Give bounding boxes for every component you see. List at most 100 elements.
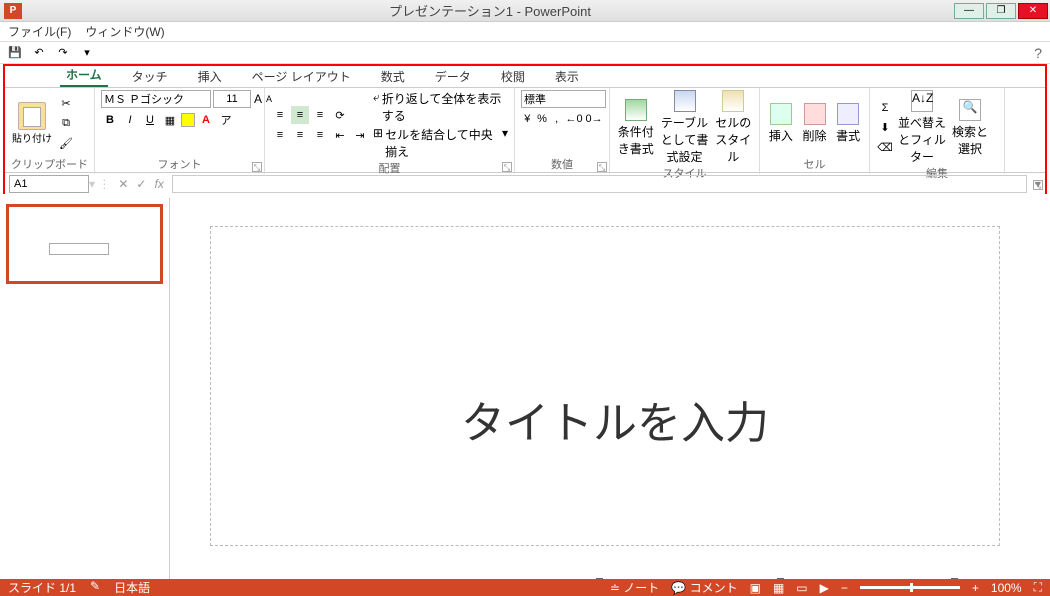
autosum-icon[interactable]: Σ bbox=[876, 99, 894, 117]
tab-view[interactable]: 表示 bbox=[549, 66, 585, 87]
spell-check-icon[interactable]: ✎ bbox=[90, 579, 100, 596]
app-icon: P bbox=[4, 3, 22, 19]
decimal-inc-icon[interactable]: ←0 bbox=[565, 110, 583, 128]
group-number-label: 数値 bbox=[521, 156, 603, 174]
fx-icon[interactable]: fx bbox=[154, 177, 163, 191]
format-icon bbox=[837, 103, 859, 125]
fill-icon[interactable]: ⬇ bbox=[876, 119, 894, 137]
status-language[interactable]: 日本語 bbox=[114, 579, 150, 596]
slide-title-placeholder[interactable]: タイトルを入力 bbox=[461, 387, 769, 451]
maximize-button[interactable]: ❐ bbox=[986, 3, 1016, 19]
tab-home[interactable]: ホーム bbox=[60, 64, 108, 87]
zoom-in-button[interactable]: + bbox=[972, 581, 979, 595]
group-align-label: 配置 bbox=[271, 160, 508, 178]
find-select-button[interactable]: 🔍検索と選択 bbox=[950, 99, 990, 157]
insert-icon bbox=[770, 103, 792, 125]
table-icon bbox=[674, 90, 696, 112]
font-name-select[interactable] bbox=[101, 90, 211, 108]
conditional-format-icon bbox=[625, 99, 647, 121]
view-sorter-icon[interactable]: ▦ bbox=[773, 581, 784, 595]
menu-window[interactable]: ウィンドウ(W) bbox=[85, 23, 164, 40]
tab-touch[interactable]: タッチ bbox=[126, 66, 174, 87]
find-icon: 🔍 bbox=[959, 99, 981, 121]
slide-thumbnail[interactable] bbox=[6, 204, 163, 284]
phonetic-icon[interactable]: ア bbox=[217, 111, 235, 129]
undo-icon[interactable]: ↶ bbox=[30, 44, 48, 62]
view-slideshow-icon[interactable]: ▶ bbox=[820, 581, 829, 595]
zoom-level[interactable]: 100% bbox=[991, 581, 1022, 595]
window-title: プレゼンテーション1 - PowerPoint bbox=[26, 1, 954, 20]
wrap-text-button[interactable]: ⤶折り返して全体を表示する bbox=[373, 90, 508, 124]
fill-color-icon[interactable] bbox=[181, 113, 195, 127]
bold-button[interactable]: B bbox=[101, 111, 119, 129]
ribbon-highlight: ホーム タッチ 挿入 ページ レイアウト 数式 データ 校閲 表示 貼り付け ✂… bbox=[3, 64, 1047, 194]
align-top-icon[interactable]: ≡ bbox=[271, 106, 289, 124]
grow-font-icon[interactable]: A bbox=[253, 90, 263, 108]
decimal-dec-icon[interactable]: 0→ bbox=[585, 110, 603, 128]
notes-button[interactable]: ≐ ノート bbox=[610, 579, 659, 596]
underline-button[interactable]: U bbox=[141, 111, 159, 129]
conditional-format-button[interactable]: 条件付き書式 bbox=[616, 99, 655, 157]
tab-data[interactable]: データ bbox=[429, 66, 477, 87]
sort-filter-button[interactable]: A↓Z並べ替えとフィルター bbox=[898, 90, 946, 165]
font-size-select[interactable] bbox=[213, 90, 251, 108]
align-left-icon[interactable]: ≡ bbox=[271, 126, 289, 144]
qat-dropdown-icon[interactable]: ▾ bbox=[78, 44, 96, 62]
currency-icon[interactable]: ¥ bbox=[521, 110, 534, 128]
border-icon[interactable]: ▦ bbox=[161, 111, 179, 129]
paste-icon bbox=[18, 102, 46, 130]
align-right-icon[interactable]: ≡ bbox=[311, 126, 329, 144]
wrap-icon: ⤶ bbox=[373, 90, 380, 124]
status-slide-count: スライド 1/1 bbox=[8, 579, 76, 596]
menu-file[interactable]: ファイル(F) bbox=[8, 23, 71, 40]
comments-button[interactable]: 💬 コメント bbox=[671, 579, 737, 596]
group-font-label: フォント bbox=[101, 156, 258, 174]
save-icon[interactable]: 💾 bbox=[6, 44, 24, 62]
cut-icon[interactable]: ✂ bbox=[57, 94, 75, 112]
italic-button[interactable]: I bbox=[121, 111, 139, 129]
group-cells-label: セル bbox=[766, 156, 863, 174]
accept-formula-icon[interactable]: ✓ bbox=[136, 177, 146, 191]
align-middle-icon[interactable]: ≡ bbox=[291, 106, 309, 124]
paste-button[interactable]: 貼り付け bbox=[11, 102, 53, 145]
tab-review[interactable]: 校閲 bbox=[495, 66, 531, 87]
help-icon[interactable]: ? bbox=[1034, 45, 1042, 61]
orientation-icon[interactable]: ⟳ bbox=[331, 106, 349, 124]
tab-formula[interactable]: 数式 bbox=[375, 66, 411, 87]
tab-insert[interactable]: 挿入 bbox=[192, 66, 228, 87]
merge-center-button[interactable]: ⊞セルを結合して中央揃え▾ bbox=[373, 126, 508, 160]
align-launcher[interactable]: ⤡ bbox=[502, 162, 512, 172]
cancel-formula-icon[interactable]: ✕ bbox=[118, 177, 128, 191]
cell-style-icon bbox=[722, 90, 744, 112]
font-color-icon[interactable]: A bbox=[197, 111, 215, 129]
slide-canvas[interactable]: タイトルを入力 bbox=[210, 226, 1000, 546]
clipboard-launcher[interactable]: ⤡ bbox=[1033, 180, 1043, 190]
font-launcher[interactable]: ⤡ bbox=[252, 162, 262, 172]
indent-inc-icon[interactable]: ⇥ bbox=[351, 126, 369, 144]
copy-icon[interactable]: ⧉ bbox=[57, 114, 75, 132]
number-launcher[interactable]: ⤡ bbox=[597, 162, 607, 172]
close-button[interactable]: ✕ bbox=[1018, 3, 1048, 19]
zoom-out-button[interactable]: − bbox=[841, 581, 848, 595]
delete-cells-button[interactable]: 削除 bbox=[800, 103, 830, 144]
align-center-icon[interactable]: ≡ bbox=[291, 126, 309, 144]
percent-icon[interactable]: % bbox=[536, 110, 549, 128]
cell-style-button[interactable]: セルのスタイル bbox=[714, 90, 753, 165]
view-normal-icon[interactable]: ▣ bbox=[750, 581, 761, 595]
name-box[interactable]: A1 bbox=[9, 175, 89, 193]
format-as-table-button[interactable]: テーブルとして書式設定 bbox=[659, 90, 709, 165]
format-painter-icon[interactable]: 🖌 bbox=[57, 134, 75, 152]
tab-pagelayout[interactable]: ページ レイアウト bbox=[246, 66, 357, 87]
clear-icon[interactable]: ⌫ bbox=[876, 139, 894, 157]
align-bottom-icon[interactable]: ≡ bbox=[311, 106, 329, 124]
zoom-slider[interactable] bbox=[860, 586, 960, 589]
redo-icon[interactable]: ↷ bbox=[54, 44, 72, 62]
indent-dec-icon[interactable]: ⇤ bbox=[331, 126, 349, 144]
view-reading-icon[interactable]: ▭ bbox=[796, 581, 807, 595]
minimize-button[interactable]: — bbox=[954, 3, 984, 19]
format-cells-button[interactable]: 書式 bbox=[833, 103, 863, 144]
number-format-select[interactable] bbox=[521, 90, 606, 108]
comma-icon[interactable]: , bbox=[550, 110, 563, 128]
fit-window-icon[interactable]: ⛶ bbox=[1034, 580, 1042, 595]
insert-cells-button[interactable]: 挿入 bbox=[766, 103, 796, 144]
